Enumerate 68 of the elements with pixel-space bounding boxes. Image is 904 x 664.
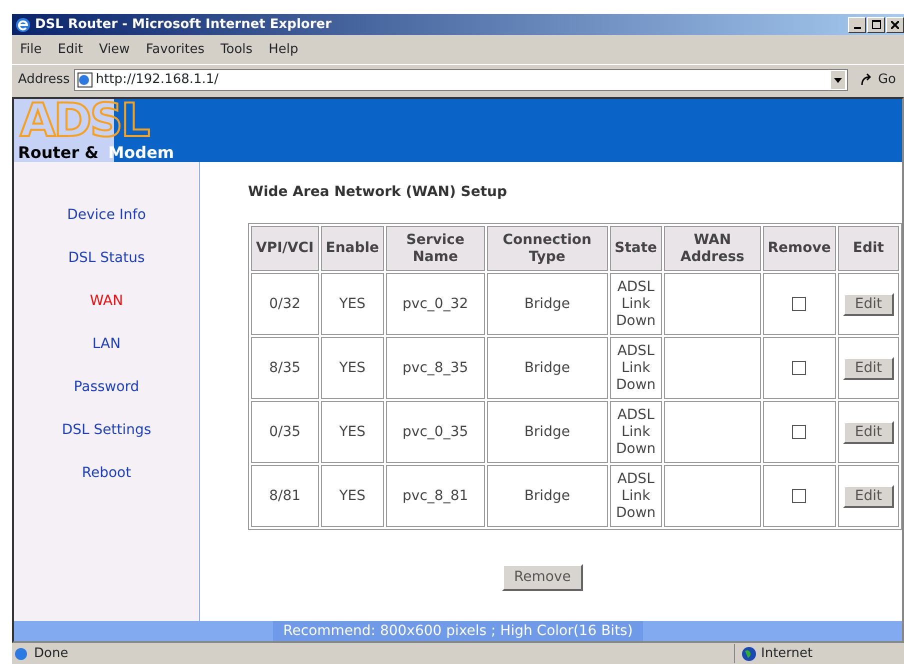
globe-icon xyxy=(741,646,757,662)
table-cell: Bridge xyxy=(486,465,608,527)
table-cell: ADSL Link Down xyxy=(610,401,662,463)
remove-checkbox[interactable] xyxy=(792,360,806,375)
sidebar-link[interactable]: WAN xyxy=(90,290,124,312)
table-cell: 8/81 xyxy=(251,465,319,527)
menu-item[interactable]: Favorites xyxy=(138,40,213,60)
logo-tagline: Router & xyxy=(18,143,99,162)
table-cell: YES xyxy=(320,465,384,527)
table-cell: pvc_0_32 xyxy=(386,273,485,335)
table-cell: 0/35 xyxy=(251,401,319,463)
go-arrow-icon xyxy=(860,73,874,87)
column-header: Enable xyxy=(320,226,384,271)
close-icon xyxy=(891,20,899,28)
column-header: Connection Type xyxy=(486,226,608,271)
sidebar-link[interactable]: LAN xyxy=(92,333,121,355)
close-button[interactable] xyxy=(886,16,904,32)
column-header: Service Name xyxy=(386,226,485,271)
table-cell: pvc_8_35 xyxy=(386,337,485,399)
table-cell: YES xyxy=(320,401,384,463)
menu-item[interactable]: Help xyxy=(260,40,306,60)
edit-button[interactable]: Edit xyxy=(842,420,894,444)
remove-checkbox[interactable] xyxy=(792,488,806,503)
table-cell: Bridge xyxy=(486,273,608,335)
maximize-icon xyxy=(872,20,880,29)
column-header: VPI/VCI xyxy=(251,226,319,271)
edit-button[interactable]: Edit xyxy=(842,484,894,508)
table-cell: 0/32 xyxy=(251,273,319,335)
window-title: DSL Router - Microsoft Internet Explorer xyxy=(35,16,332,34)
minimize-button[interactable] xyxy=(848,16,866,32)
sidebar-link[interactable]: DSL Settings xyxy=(62,419,152,441)
column-header: State xyxy=(610,226,662,271)
minimize-icon xyxy=(854,26,860,28)
maximize-button[interactable] xyxy=(867,16,885,32)
menu-item[interactable]: Edit xyxy=(50,40,91,60)
table-cell: pvc_0_35 xyxy=(386,401,485,463)
table-cell: YES xyxy=(320,273,384,335)
table-cell: pvc_8_81 xyxy=(386,465,485,527)
remove-checkbox[interactable] xyxy=(792,296,806,311)
table-cell: YES xyxy=(320,337,384,399)
address-label: Address xyxy=(18,71,70,90)
column-header: Remove xyxy=(762,226,836,271)
menu-item[interactable]: Tools xyxy=(212,40,261,60)
zone-text: Internet xyxy=(761,644,813,663)
column-header: Edit xyxy=(838,226,899,271)
table-cell: Bridge xyxy=(486,337,608,399)
footer-note: Recommend: 800x600 pixels ; High Color(16 Bits) xyxy=(273,621,643,641)
menu-item[interactable]: File xyxy=(12,40,50,60)
table-cell: ADSL Link Down xyxy=(610,273,662,335)
remove-button[interactable]: Remove xyxy=(502,564,583,591)
go-button[interactable]: Go xyxy=(852,70,904,90)
menu-item[interactable]: View xyxy=(90,40,138,60)
remove-checkbox[interactable] xyxy=(792,424,806,439)
sidebar-link[interactable]: Password xyxy=(74,376,140,398)
address-field[interactable]: http://192.168.1.1/ xyxy=(74,69,848,91)
edit-button[interactable]: Edit xyxy=(842,292,894,316)
table-cell: 8/35 xyxy=(251,337,319,399)
table-cell: Bridge xyxy=(486,401,608,463)
edit-button[interactable]: Edit xyxy=(842,356,894,380)
sidebar-link[interactable]: Device Info xyxy=(67,204,146,226)
table-cell: ADSL Link Down xyxy=(610,465,662,527)
browser-icon xyxy=(15,16,31,32)
column-header: WAN Address xyxy=(664,226,761,271)
sidebar-link[interactable]: Reboot xyxy=(82,462,132,484)
sidebar-link[interactable]: DSL Status xyxy=(68,247,145,269)
table-cell: ADSL Link Down xyxy=(610,337,662,399)
status-text: Done xyxy=(34,644,68,663)
page-title: Wide Area Network (WAN) Setup xyxy=(248,183,508,202)
